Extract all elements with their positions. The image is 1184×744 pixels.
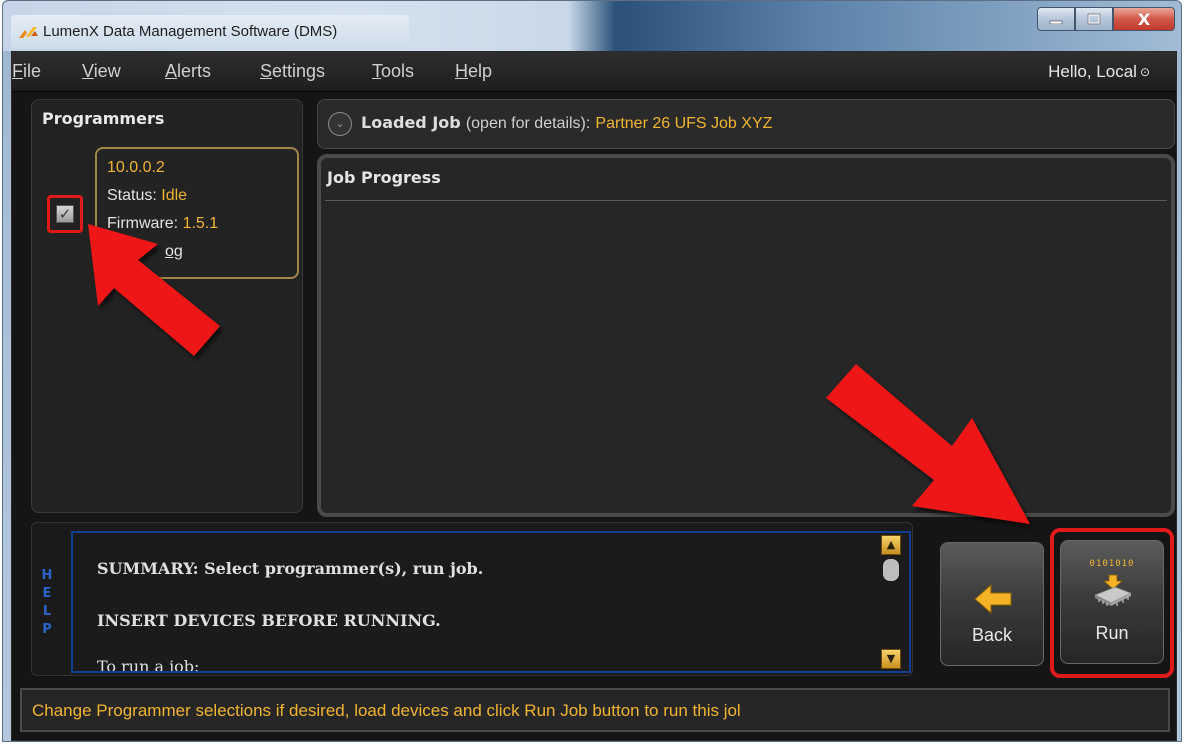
menu-settings[interactable]: Settings xyxy=(260,61,325,82)
menu-view[interactable]: View xyxy=(82,61,121,82)
back-button[interactable]: Back xyxy=(940,542,1044,666)
user-greeting[interactable]: Hello, Local ⊙ xyxy=(1048,62,1150,82)
menu-alerts[interactable]: Alerts xyxy=(165,61,211,82)
window-controls: X xyxy=(1037,7,1175,31)
menu-tools[interactable]: Tools xyxy=(372,61,414,82)
user-menu-icon: ⊙ xyxy=(1139,65,1150,79)
lumenx-logo-icon xyxy=(19,27,38,38)
run-button-label: Run xyxy=(1095,623,1129,643)
back-button-label: Back xyxy=(971,625,1013,645)
programmer-firmware: Firmware: 1.5.1 xyxy=(107,215,219,232)
menu-help[interactable]: Help xyxy=(455,61,492,82)
scroll-down-icon[interactable]: ▼ xyxy=(881,649,901,669)
programmer-firmware-value: 1.5.1 xyxy=(182,215,219,232)
window-title: LumenX Data Management Software (DMS) xyxy=(43,23,338,40)
status-bar: Change Programmer selections if desired,… xyxy=(20,688,1170,732)
scroll-up-icon[interactable]: ▲ xyxy=(881,535,901,555)
minimize-button[interactable] xyxy=(1037,7,1075,31)
run-binary-text: 0101010 xyxy=(1089,559,1135,569)
programmer-checkbox[interactable]: ✓ xyxy=(56,205,74,223)
loaded-job-text: Loaded Job (open for details): Partner 2… xyxy=(361,113,773,132)
programmer-log-link[interactable]: og xyxy=(165,243,183,261)
app-window: LumenX Data Management Software (DMS) X … xyxy=(2,0,1182,742)
minimize-icon xyxy=(1049,20,1063,24)
help-run-instructions: To run a job: xyxy=(97,657,200,673)
help-insert-warning: INSERT DEVICES BEFORE RUNNING. xyxy=(97,611,441,630)
chip-program-icon xyxy=(1094,574,1132,606)
programmers-panel: Programmers ✓ 10.0.0.2 Status: Idle Firm… xyxy=(31,99,303,513)
job-progress-divider xyxy=(325,200,1167,201)
programmer-card[interactable]: 10.0.0.2 Status: Idle Firmware: 1.5.1 og xyxy=(95,147,299,279)
app-body: File View Alerts Settings Tools Help Hel… xyxy=(11,51,1177,741)
help-text-box[interactable]: SUMMARY: Select programmer(s), run job. … xyxy=(71,531,911,673)
programmer-status: Status: Idle xyxy=(107,187,188,204)
back-arrow-icon xyxy=(974,583,1012,615)
maximize-button[interactable] xyxy=(1075,7,1113,31)
loaded-job-name: Partner 26 UFS Job XYZ xyxy=(595,115,773,132)
programmer-checkbox-highlight: ✓ xyxy=(47,195,83,233)
job-progress-panel: Job Progress xyxy=(317,154,1175,517)
programmer-status-value: Idle xyxy=(161,187,188,204)
job-progress-title: Job Progress xyxy=(327,168,441,187)
help-panel: H E L P SUMMARY: Select programmer(s), r… xyxy=(31,522,913,676)
menu-bar: File View Alerts Settings Tools Help Hel… xyxy=(12,52,1176,92)
expand-chevron-icon[interactable]: ⌄ xyxy=(328,112,352,136)
status-message: Change Programmer selections if desired,… xyxy=(32,701,741,720)
help-scrollbar[interactable]: ▲ ▼ xyxy=(881,535,903,671)
programmers-title: Programmers xyxy=(42,109,165,128)
close-icon: X xyxy=(1137,9,1151,29)
loaded-job-bar[interactable]: ⌄ Loaded Job (open for details): Partner… xyxy=(317,99,1175,149)
close-button[interactable]: X xyxy=(1113,7,1175,31)
run-button[interactable]: 0101010 Run xyxy=(1060,540,1164,664)
scroll-thumb[interactable] xyxy=(883,559,899,581)
maximize-icon xyxy=(1087,13,1101,25)
programmer-address: 10.0.0.2 xyxy=(107,159,165,176)
help-side-label: H E L P xyxy=(41,568,53,637)
menu-file[interactable]: File xyxy=(12,61,41,82)
title-bar[interactable]: LumenX Data Management Software (DMS) X xyxy=(3,1,1181,51)
help-summary: SUMMARY: Select programmer(s), run job. xyxy=(97,559,484,578)
